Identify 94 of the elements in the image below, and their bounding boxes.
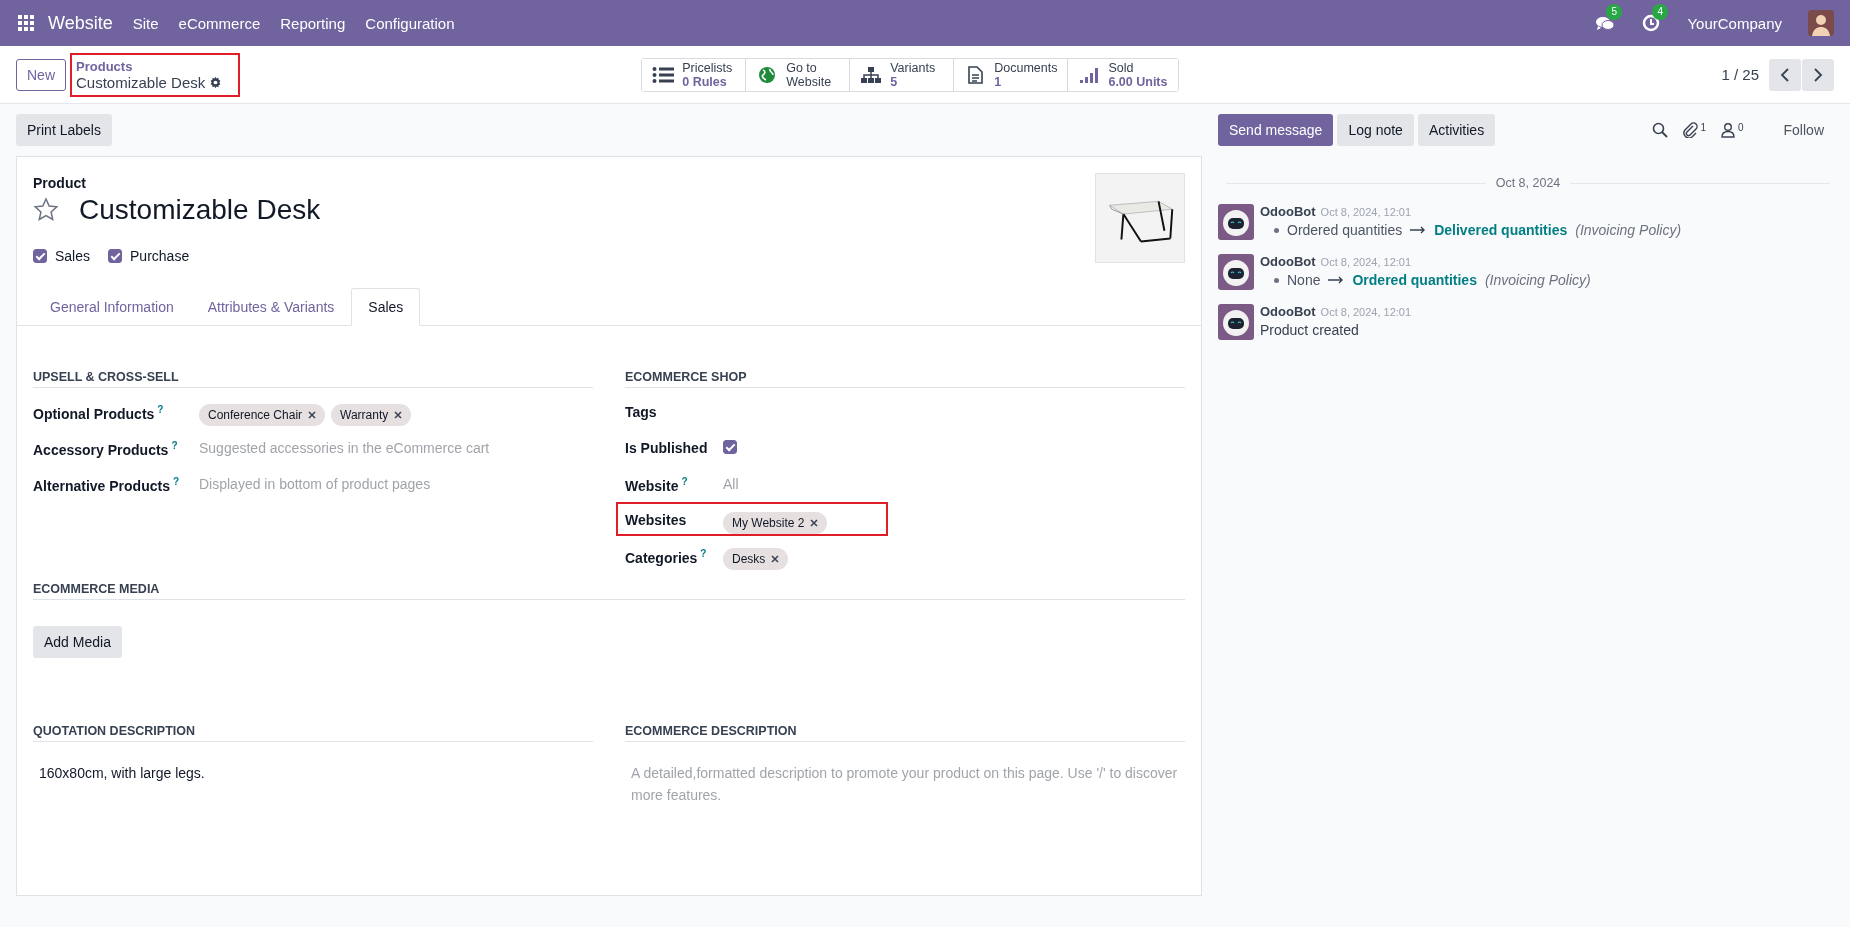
help-tooltip[interactable]: ? <box>172 476 180 487</box>
field-label: Websites <box>625 512 687 528</box>
field-label: Accessory Products <box>33 441 169 458</box>
chevron-left-icon <box>1780 66 1790 83</box>
menu-item[interactable]: Configuration <box>365 14 455 32</box>
chatter-button[interactable]: Send message <box>1218 114 1334 146</box>
close-icon[interactable] <box>394 411 403 419</box>
help-tooltip[interactable]: ? <box>171 440 178 451</box>
help-tooltip[interactable]: ? <box>681 476 688 487</box>
field-label: Product <box>33 175 87 191</box>
field-label: Tags <box>625 404 657 420</box>
arrow-icon <box>1328 276 1345 284</box>
new-value: Ordered quantities <box>1352 272 1477 288</box>
field-label: Categories <box>625 549 698 566</box>
menu-item[interactable]: Site <box>132 14 159 32</box>
previous-button[interactable] <box>1769 58 1801 91</box>
robot-avatar-icon <box>1218 254 1254 290</box>
star-icon[interactable] <box>33 197 59 223</box>
smart-button[interactable]: Pricelists 0 Rules <box>642 58 747 91</box>
section-title: ECOMMERCE MEDIA <box>33 582 1185 600</box>
bar-chart-icon <box>1078 65 1101 84</box>
gear-icon[interactable] <box>209 75 223 89</box>
old-value: Ordered quantities <box>1287 222 1403 238</box>
attachment-count: 1 <box>1700 122 1706 133</box>
follower-count: 0 <box>1737 122 1744 133</box>
tab[interactable]: Sales <box>351 288 421 326</box>
tracked-field: (Invoicing Policy) <box>1575 222 1682 238</box>
pager-value: 1 / 25 <box>1721 66 1759 83</box>
tab[interactable]: General Information <box>33 288 191 326</box>
person-icon[interactable] <box>1719 122 1736 138</box>
field-label: Alternative Products <box>33 477 170 494</box>
message-body: Product created <box>1260 322 1360 338</box>
company-name[interactable]: YourCompany <box>1687 14 1782 32</box>
message-author: OdooBot <box>1260 254 1316 269</box>
menu-item[interactable]: Reporting <box>280 14 346 32</box>
message-author: OdooBot <box>1260 304 1316 319</box>
robot-avatar-icon <box>1218 304 1254 340</box>
field-label: Optional Products <box>33 405 155 422</box>
user-avatar-icon[interactable] <box>1808 10 1834 36</box>
checkbox-label: Purchase <box>130 248 190 264</box>
chatter-button[interactable]: Log note <box>1337 114 1414 146</box>
field-label: Is Published <box>625 440 708 456</box>
new-value: Delivered quantities <box>1434 222 1568 238</box>
section-title: UPSELL & CROSS-SELL <box>33 370 593 388</box>
new-button[interactable]: New <box>16 58 66 91</box>
print-labels-button[interactable]: Print Labels <box>16 114 112 146</box>
robot-avatar-icon <box>1218 204 1254 240</box>
bullet-icon <box>1274 277 1279 283</box>
menu-item[interactable]: eCommerce <box>178 14 261 32</box>
section-title: QUOTATION DESCRIPTION <box>33 724 593 742</box>
close-icon[interactable] <box>308 411 317 419</box>
close-icon[interactable] <box>810 519 819 527</box>
tab[interactable]: Attributes & Variants <box>190 288 352 326</box>
arrow-icon <box>1410 226 1427 234</box>
section-title: ECOMMERCE DESCRIPTION <box>625 724 1185 742</box>
hierarchy-icon <box>860 65 883 84</box>
clock-icon[interactable] <box>1641 13 1662 33</box>
app-name[interactable]: Website <box>48 12 113 34</box>
count-badge: 5 <box>1606 4 1623 20</box>
message-date: Oct 8, 2024, 12:01 <box>1320 206 1412 218</box>
checkbox-label: Sales <box>55 248 91 264</box>
chatter-button[interactable]: Activities <box>1417 114 1496 146</box>
checkbox[interactable] <box>723 440 737 454</box>
paperclip-icon[interactable] <box>1682 122 1699 138</box>
next-button[interactable] <box>1802 58 1834 91</box>
tracked-field: (Invoicing Policy) <box>1484 272 1591 288</box>
breadcrumb-link[interactable]: Products <box>76 58 223 74</box>
date-separator: Oct 8, 2024 <box>1226 176 1830 190</box>
bullet-icon <box>1274 227 1279 233</box>
count-badge: 4 <box>1652 4 1669 20</box>
field-label: Website <box>625 477 679 494</box>
description-text[interactable]: 160x80cm, with large legs. <box>33 756 593 824</box>
help-tooltip[interactable]: ? <box>157 404 164 415</box>
list-icon <box>652 65 675 84</box>
product-name: Customizable Desk <box>79 194 321 226</box>
message-date: Oct 8, 2024, 12:01 <box>1320 256 1412 268</box>
tag-chip[interactable]: Desks <box>723 548 789 570</box>
message-author: OdooBot <box>1260 204 1316 219</box>
add-media-button[interactable]: Add Media <box>33 626 122 658</box>
section-title: ECOMMERCE SHOP <box>625 370 1185 388</box>
tag-chip[interactable]: Warranty <box>331 404 412 426</box>
breadcrumb-current: Customizable Desk <box>76 73 206 91</box>
close-icon[interactable] <box>771 555 780 563</box>
tag-chip[interactable]: My Website 2 <box>723 512 828 534</box>
checkbox[interactable] <box>33 249 47 263</box>
help-tooltip[interactable]: ? <box>700 548 707 559</box>
apps-menu-icon[interactable] <box>18 15 34 31</box>
message-date: Oct 8, 2024, 12:01 <box>1320 306 1412 318</box>
search-icon[interactable] <box>1652 122 1669 138</box>
follow-button[interactable]: Follow <box>1777 121 1830 139</box>
old-value: None <box>1287 272 1321 288</box>
chevron-right-icon <box>1813 66 1823 83</box>
tag-chip[interactable]: Conference Chair <box>199 404 326 426</box>
checkbox[interactable] <box>108 249 123 263</box>
